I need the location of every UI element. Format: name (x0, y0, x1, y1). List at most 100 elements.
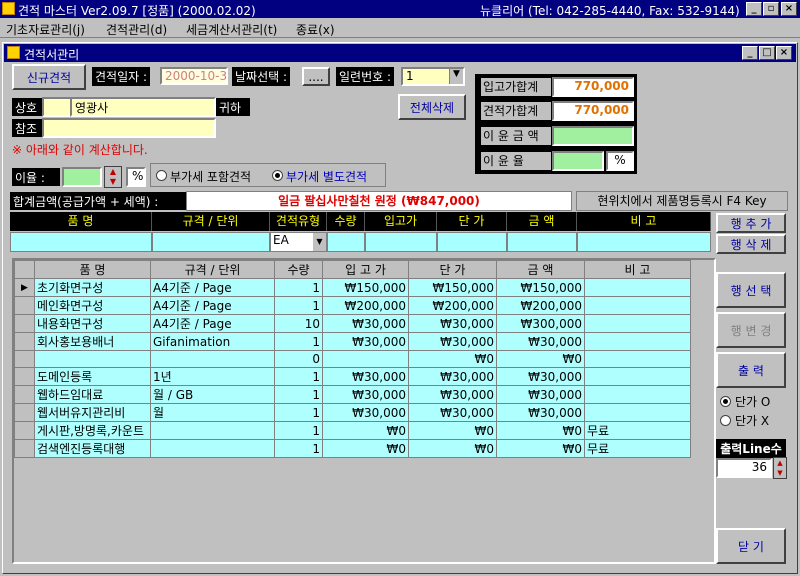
menu-exit[interactable]: 종료(x) (296, 21, 335, 38)
cell-price[interactable]: ₩30,000 (408, 367, 497, 386)
quote-date-field[interactable]: 2000-10-30 (160, 67, 228, 85)
unit-price-hide-label[interactable]: 단가 X (735, 412, 769, 429)
cell-spec[interactable]: A4기준 / Page (150, 278, 275, 297)
serial-number-select[interactable]: 1 ▼ (401, 67, 465, 86)
cell-price[interactable]: ₩30,000 (408, 385, 497, 404)
cell-spec[interactable]: A4기준 / Page (150, 314, 275, 333)
table-row[interactable]: 0 ₩0 ₩0 (14, 350, 691, 368)
cell-spec[interactable]: 1년 (150, 367, 275, 386)
cell-name[interactable]: 게시판,방명록,카운트 (34, 421, 151, 440)
chevron-down-icon[interactable]: ▼ (313, 233, 326, 251)
change-row-button[interactable]: 행 변 경 (716, 312, 786, 348)
unit-price-show-label[interactable]: 단가 O (735, 393, 770, 410)
cell-note[interactable] (584, 296, 691, 315)
row-indicator[interactable] (14, 350, 35, 368)
cell-note[interactable]: 무료 (584, 439, 691, 458)
cell-note[interactable] (584, 385, 691, 404)
cell-qty[interactable]: 1 (274, 278, 323, 297)
cell-price[interactable]: ₩30,000 (408, 332, 497, 351)
menu-basic-data[interactable]: 기초자료관리(j) (6, 21, 85, 38)
menu-tax-invoice[interactable]: 세금계산서관리(t) (186, 21, 277, 38)
cell-name[interactable]: 초기화면구성 (34, 278, 151, 297)
cell-amount[interactable]: ₩30,000 (496, 385, 585, 404)
cell-note[interactable] (584, 314, 691, 333)
cell-name[interactable]: 웹하드임대료 (34, 385, 151, 404)
entry-type-select[interactable]: EA ▼ (270, 232, 327, 252)
entry-note-input[interactable] (577, 232, 711, 252)
select-row-button[interactable]: 행 선 택 (716, 272, 786, 308)
current-row-arrow-icon[interactable]: ▶ (14, 278, 35, 297)
cell-price[interactable]: ₩150,000 (408, 278, 497, 297)
delete-all-button[interactable]: 전체삭제 (398, 94, 466, 120)
cell-cost[interactable]: ₩30,000 (322, 367, 409, 386)
arrow-up-icon[interactable]: ▲ (105, 167, 121, 177)
cell-qty[interactable]: 1 (274, 367, 323, 386)
cell-spec[interactable]: 월 / GB (150, 385, 275, 404)
cell-cost[interactable]: ₩30,000 (322, 314, 409, 333)
cell-cost[interactable]: ₩0 (322, 421, 409, 440)
cell-spec[interactable] (150, 439, 275, 458)
cell-amount[interactable]: ₩0 (496, 421, 585, 440)
table-row[interactable]: 메인화면구성 A4기준 / Page 1 ₩200,000 ₩200,000 ₩200,0… (14, 296, 691, 315)
row-indicator[interactable] (14, 296, 35, 315)
cell-note[interactable] (584, 332, 691, 351)
cell-cost[interactable]: ₩30,000 (322, 385, 409, 404)
arrow-up-icon[interactable]: ▲ (774, 458, 786, 468)
cell-name[interactable]: 내용화면구성 (34, 314, 151, 333)
cell-note[interactable]: 무료 (584, 421, 691, 440)
table-row[interactable]: 웹서버유지관리비 월 1 ₩30,000 ₩30,000 ₩30,000 (14, 403, 691, 422)
cell-qty[interactable]: 1 (274, 332, 323, 351)
cell-qty[interactable]: 1 (274, 385, 323, 404)
close-icon[interactable]: × (781, 2, 797, 16)
table-row[interactable]: 도메인등록 1년 1 ₩30,000 ₩30,000 ₩30,000 (14, 367, 691, 386)
cell-amount[interactable]: ₩300,000 (496, 314, 585, 333)
entry-qty-input[interactable] (327, 232, 365, 252)
cell-name[interactable]: 메인화면구성 (34, 296, 151, 315)
cell-price[interactable]: ₩0 (408, 421, 497, 440)
row-indicator[interactable] (14, 403, 35, 422)
child-minimize-icon[interactable]: _ (742, 46, 758, 60)
reference-field[interactable] (42, 118, 216, 138)
print-lines-spinner[interactable]: ▲ ▼ (773, 457, 787, 479)
vat-exclude-label[interactable]: 부가세 별도견적 (286, 168, 367, 185)
cell-cost[interactable]: ₩150,000 (322, 278, 409, 297)
table-row[interactable]: 웹하드임대료 월 / GB 1 ₩30,000 ₩30,000 ₩30,000 (14, 385, 691, 404)
entry-spec-input[interactable] (152, 232, 270, 252)
cell-spec[interactable]: Gifanimation (150, 332, 275, 351)
cell-note[interactable] (584, 278, 691, 297)
entry-name-input[interactable] (10, 232, 152, 252)
cell-cost[interactable]: ₩0 (322, 439, 409, 458)
unit-price-show-radio[interactable] (720, 396, 731, 407)
cell-name[interactable]: 검색엔진등록대행 (34, 439, 151, 458)
cell-name[interactable]: 웹서버유지관리비 (34, 403, 151, 422)
print-button[interactable]: 출 력 (716, 352, 786, 388)
row-indicator[interactable] (14, 367, 35, 386)
company-name-field[interactable]: 영광사 (70, 97, 216, 117)
arrow-down-icon[interactable]: ▼ (774, 468, 786, 478)
cell-amount[interactable]: ₩30,000 (496, 332, 585, 351)
child-maximize-icon[interactable]: □ (759, 46, 775, 60)
cell-cost[interactable]: ₩200,000 (322, 296, 409, 315)
cell-amount[interactable]: ₩0 (496, 439, 585, 458)
date-picker-button[interactable]: .... (302, 67, 330, 86)
company-code-field[interactable] (42, 97, 72, 117)
cell-qty[interactable]: 10 (274, 314, 323, 333)
cell-price[interactable]: ₩200,000 (408, 296, 497, 315)
cell-spec[interactable] (150, 350, 275, 368)
menu-quote[interactable]: 견적관리(d) (106, 21, 167, 38)
cell-name[interactable]: 회사홍보용배너 (34, 332, 151, 351)
add-row-button[interactable]: 행 추 가 (716, 213, 786, 233)
cell-amount[interactable]: ₩200,000 (496, 296, 585, 315)
entry-cost-input[interactable] (365, 232, 437, 252)
cell-price[interactable]: ₩30,000 (408, 403, 497, 422)
close-button[interactable]: 닫 기 (716, 528, 786, 564)
row-indicator[interactable] (14, 332, 35, 351)
cell-note[interactable] (584, 403, 691, 422)
row-indicator[interactable] (14, 385, 35, 404)
print-lines-field[interactable]: 36 (716, 458, 772, 478)
cell-spec[interactable] (150, 421, 275, 440)
cell-price[interactable]: ₩30,000 (408, 314, 497, 333)
cell-amount[interactable]: ₩30,000 (496, 403, 585, 422)
cell-price[interactable]: ₩0 (408, 350, 497, 368)
row-indicator[interactable] (14, 314, 35, 333)
